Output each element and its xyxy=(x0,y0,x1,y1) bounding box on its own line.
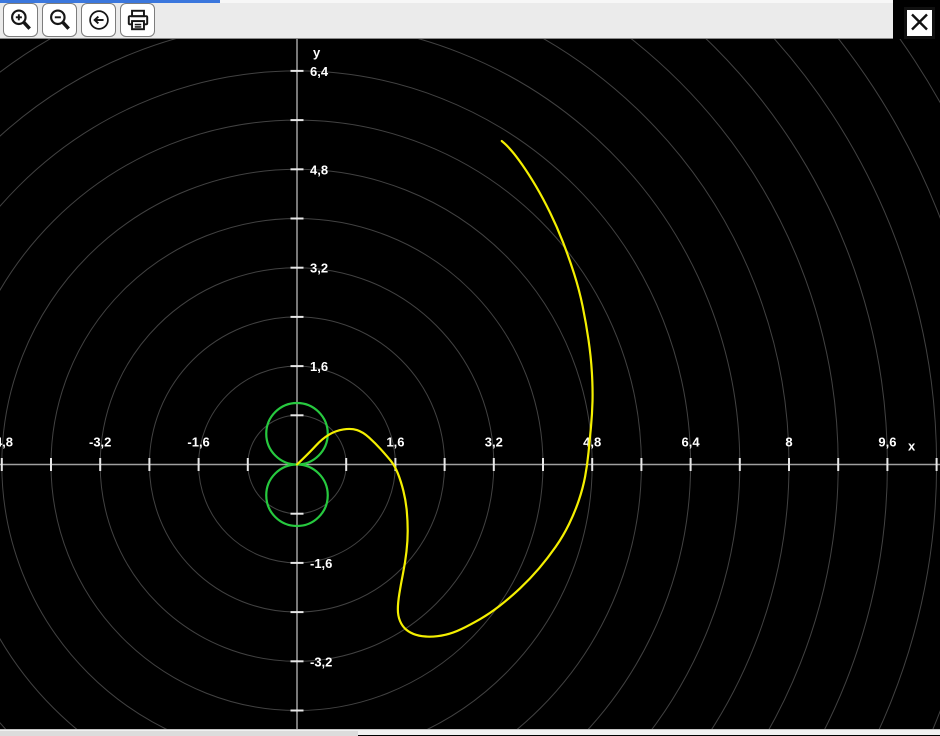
x-axis-letter: x xyxy=(908,439,916,454)
svg-text:4,8: 4,8 xyxy=(583,435,601,450)
polar-grid-rings xyxy=(0,39,940,735)
svg-text:3,2: 3,2 xyxy=(485,435,503,450)
toolbar xyxy=(0,0,893,39)
printer-icon xyxy=(125,7,151,33)
svg-text:1,6: 1,6 xyxy=(310,359,328,374)
y-axis-letter: y xyxy=(313,45,321,60)
svg-text:-1,6: -1,6 xyxy=(187,435,209,450)
zoom-out-icon xyxy=(47,7,73,33)
close-button[interactable] xyxy=(904,7,935,39)
close-x-icon xyxy=(909,11,930,36)
app-window: { "window": { "toolbar": { "background":… xyxy=(0,0,940,735)
horizontal-scrollbar[interactable] xyxy=(0,729,940,735)
axes xyxy=(0,39,940,735)
accent-strip xyxy=(0,0,220,3)
plot-area[interactable]: -4,8 -3,2 -1,6 1,6 3,2 4,8 6,4 8 9,6 6,4 4,8 3,2 1,6… xyxy=(0,39,940,735)
zoom-in-button[interactable] xyxy=(3,3,38,37)
series-yellow-spiral xyxy=(297,141,593,637)
svg-text:1,6: 1,6 xyxy=(386,435,404,450)
scrollbar-thumb[interactable] xyxy=(0,731,358,736)
svg-text:-3,2: -3,2 xyxy=(310,654,332,669)
svg-text:9,6: 9,6 xyxy=(878,435,896,450)
svg-text:3,2: 3,2 xyxy=(310,261,328,276)
zoom-out-button[interactable] xyxy=(42,3,77,37)
axis-tick-labels: -4,8 -3,2 -1,6 1,6 3,2 4,8 6,4 8 9,6 6,4 4,8 3,2 1,6… xyxy=(0,45,916,669)
svg-text:4,8: 4,8 xyxy=(310,162,328,177)
svg-text:-3,2: -3,2 xyxy=(89,435,111,450)
svg-text:-4,8: -4,8 xyxy=(0,435,13,450)
back-arrow-icon xyxy=(86,7,112,33)
svg-text:6,4: 6,4 xyxy=(682,435,701,450)
back-button[interactable] xyxy=(81,3,116,37)
svg-text:8: 8 xyxy=(785,435,792,450)
svg-text:6,4: 6,4 xyxy=(310,64,329,79)
zoom-in-icon xyxy=(8,7,34,33)
svg-text:-1,6: -1,6 xyxy=(310,556,332,571)
axis-ticks xyxy=(2,71,937,711)
print-button[interactable] xyxy=(120,3,155,37)
